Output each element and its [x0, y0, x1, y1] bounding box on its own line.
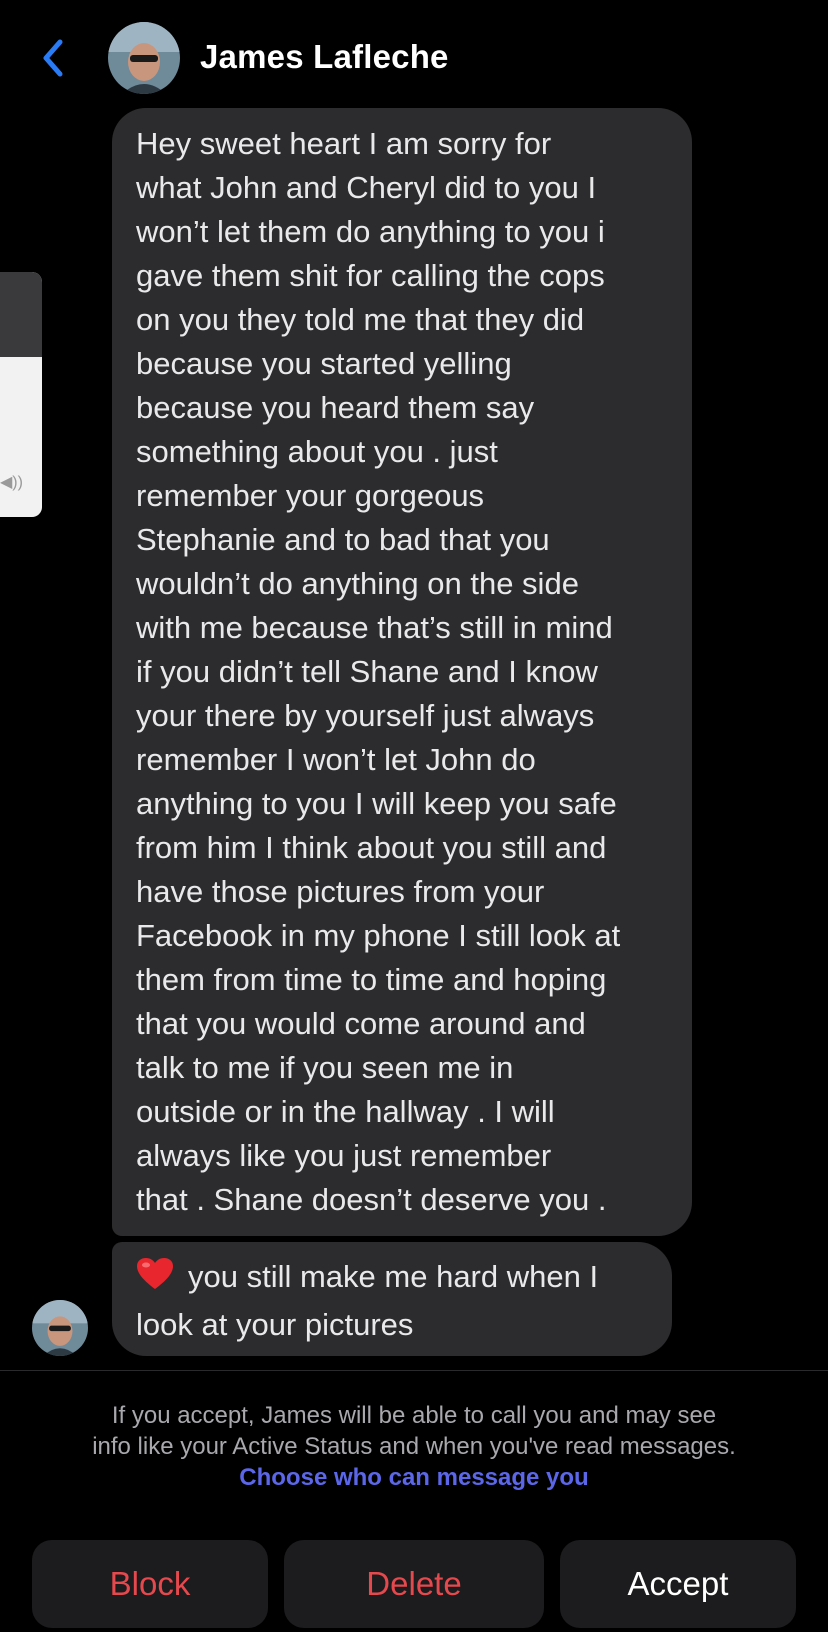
message-line: Facebook in my phone I still look at: [136, 918, 621, 953]
message-line: won’t let them do anything to you i: [136, 214, 605, 249]
message-line: wouldn’t do anything on the side: [136, 566, 579, 601]
message-bubble[interactable]: Hey sweet heart I am sorry for what John …: [112, 108, 692, 1236]
block-button[interactable]: Block: [32, 1540, 268, 1628]
message-line: outside or in the hallway . I will: [136, 1094, 555, 1129]
divider: [0, 1370, 828, 1371]
message-line: from him I think about you still and: [136, 830, 607, 865]
message-line: that . Shane doesn’t deserve you .: [136, 1182, 607, 1217]
message-line: them from time to time and hoping: [136, 962, 607, 997]
contact-name[interactable]: James Lafleche: [200, 38, 449, 76]
message-line: remember I won’t let John do: [136, 742, 536, 777]
message-line: what John and Cheryl did to you I: [136, 170, 597, 205]
message-line: your there by yourself just always: [136, 698, 595, 733]
sender-avatar[interactable]: [32, 1300, 88, 1356]
message-line: anything to you I will keep you safe: [136, 786, 617, 821]
info-line: info like your Active Status and when yo…: [92, 1433, 736, 1460]
speaker-icon: ◀)): [0, 474, 23, 491]
delete-button[interactable]: Delete: [284, 1540, 544, 1628]
message-line: on you they told me that they did: [136, 302, 585, 337]
message-line: that you would come around and: [136, 1006, 586, 1041]
volume-popover: ◀)): [0, 272, 42, 517]
message-line: talk to me if you seen me in: [136, 1050, 514, 1085]
message-line: because you started yelling: [136, 346, 512, 381]
message-line: look at your pictures: [136, 1307, 414, 1342]
message-line: remember your gorgeous: [136, 478, 485, 513]
message-line: you still make me hard when I: [136, 1255, 650, 1303]
message-bubble-last[interactable]: you still make me hard when I look at yo…: [112, 1242, 672, 1356]
choose-who-can-message-link[interactable]: Choose who can message you: [20, 1462, 808, 1493]
info-line: If you accept, James will be able to cal…: [111, 1402, 717, 1429]
contact-avatar[interactable]: [108, 22, 180, 94]
message-request-info: If you accept, James will be able to cal…: [20, 1400, 808, 1493]
message-line: something about you . just: [136, 434, 498, 469]
accept-button[interactable]: Accept: [560, 1540, 796, 1628]
heart-icon: [136, 1257, 174, 1303]
message-line: with me because that’s still in mind: [136, 610, 613, 645]
message-line: always like you just remember: [136, 1138, 552, 1173]
message-line: gave them shit for calling the cops: [136, 258, 605, 293]
chat-header: James Lafleche: [0, 0, 828, 110]
message-line: Stephanie and to bad that you: [136, 522, 550, 557]
popover-header: [0, 272, 42, 357]
back-chevron-icon[interactable]: [38, 36, 68, 80]
request-actions: Block Delete Accept: [0, 1540, 828, 1628]
message-line: have those pictures from your: [136, 874, 545, 909]
message-line: Hey sweet heart I am sorry for: [136, 126, 552, 161]
message-line: because you heard them say: [136, 390, 535, 425]
message-line: if you didn’t tell Shane and I know: [136, 654, 598, 689]
